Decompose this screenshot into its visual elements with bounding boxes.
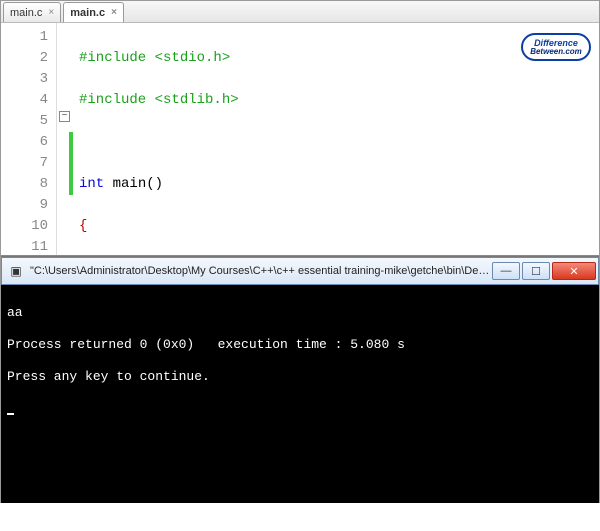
code-lines[interactable]: #include <stdio.h> #include <stdlib.h> i… [73, 23, 239, 255]
code-line[interactable]: int main() [79, 174, 239, 195]
line-number: 2 [1, 48, 48, 69]
line-number: 1 [1, 27, 48, 48]
maximize-button[interactable]: ☐ [522, 262, 550, 280]
line-number: 9 [1, 195, 48, 216]
line-number: 4 [1, 90, 48, 111]
tab-main-c-1[interactable]: main.c × [3, 2, 61, 22]
token-paren: () [146, 176, 163, 192]
console-line: aa [7, 305, 593, 321]
close-icon: ✕ [569, 265, 578, 278]
console-line: Press any key to continue. [7, 369, 593, 385]
cursor-icon [7, 413, 14, 415]
line-number: 8 [1, 174, 48, 195]
line-number: 5 [1, 111, 48, 132]
console-output[interactable]: aa Process returned 0 (0x0) execution ti… [1, 285, 599, 440]
console-title-bar[interactable]: ▣ "C:\Users\Administrator\Desktop\My Cou… [1, 257, 599, 285]
tab-main-c-2[interactable]: main.c × [63, 2, 124, 22]
token-header: <stdlib.h> [155, 92, 239, 108]
close-button[interactable]: ✕ [552, 262, 596, 280]
console-line: Process returned 0 (0x0) execution time … [7, 337, 593, 353]
token-preprocessor: #include [79, 50, 155, 66]
token-brace: { [79, 218, 87, 234]
minimize-button[interactable]: — [492, 262, 520, 280]
token-ident: main [113, 176, 147, 192]
code-line[interactable]: #include <stdlib.h> [79, 90, 239, 111]
maximize-icon: ☐ [531, 265, 541, 278]
code-editor-pane: main.c × main.c × Difference Between.com… [1, 1, 599, 256]
tab-bar: main.c × main.c × [1, 1, 599, 23]
window-buttons: — ☐ ✕ [492, 262, 596, 280]
tab-label: main.c [10, 7, 42, 19]
close-icon[interactable]: × [48, 7, 54, 18]
line-number: 11 [1, 237, 48, 258]
code-line[interactable] [79, 132, 239, 153]
line-number: 10 [1, 216, 48, 237]
change-marker [69, 132, 73, 195]
minimize-icon: — [501, 265, 512, 277]
close-icon[interactable]: × [111, 7, 117, 18]
token-header: <stdio.h> [155, 50, 231, 66]
line-number: 7 [1, 153, 48, 174]
line-number-gutter: 1 2 3 4 5 6 7 8 9 10 11 [1, 23, 57, 255]
console-window: ▣ "C:\Users\Administrator\Desktop\My Cou… [1, 256, 599, 503]
code-line[interactable]: #include <stdio.h> [79, 48, 239, 69]
fold-toggle-icon[interactable]: − [59, 111, 70, 122]
token-keyword: int [79, 176, 113, 192]
console-title-text: "C:\Users\Administrator\Desktop\My Cours… [30, 265, 492, 277]
code-area[interactable]: 1 2 3 4 5 6 7 8 9 10 11 − #include <stdi… [1, 23, 599, 255]
tab-label: main.c [70, 7, 105, 19]
token-preprocessor: #include [79, 92, 155, 108]
app-icon: ▣ [8, 263, 24, 279]
code-line[interactable]: { [79, 216, 239, 237]
line-number: 6 [1, 132, 48, 153]
line-number: 3 [1, 69, 48, 90]
